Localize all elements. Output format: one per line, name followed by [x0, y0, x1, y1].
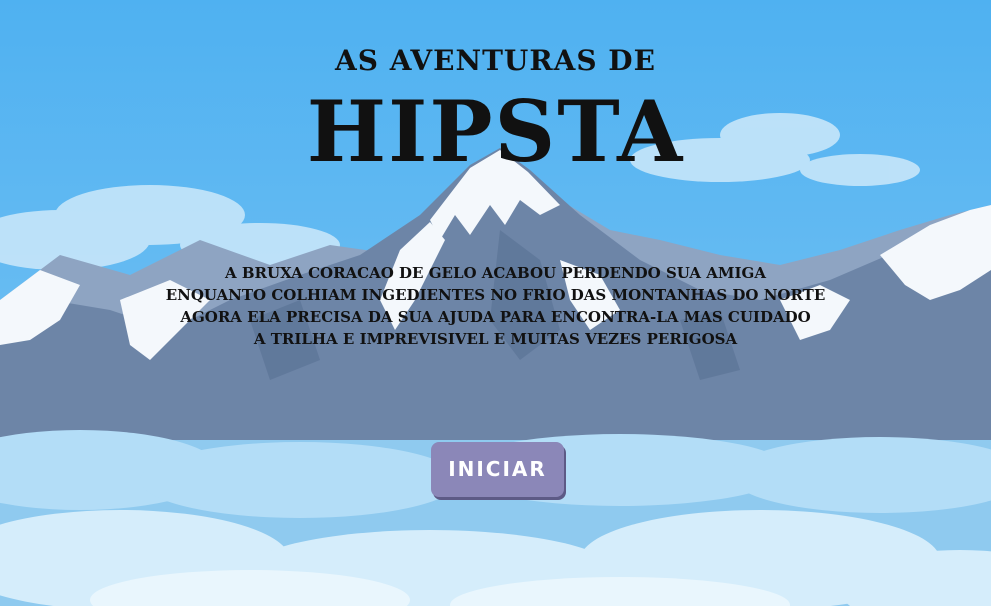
start-button[interactable]: INICIAR — [431, 442, 564, 497]
story-line: A bruxa coracao de gelo acabou perdendo … — [225, 264, 766, 282]
title-main: HIPSTA — [306, 82, 685, 181]
title-subtitle: As Aventuras de — [335, 44, 656, 77]
story-line: a trilha e imprevisivel e muitas vezes p… — [253, 330, 738, 348]
story-text: A bruxa coracao de gelo acabou perdendo … — [0, 262, 991, 350]
story-line: enquanto colhiam ingedientes no frio das… — [165, 286, 826, 304]
story-line: agora ela precisa da sua ajuda para enco… — [180, 308, 811, 326]
